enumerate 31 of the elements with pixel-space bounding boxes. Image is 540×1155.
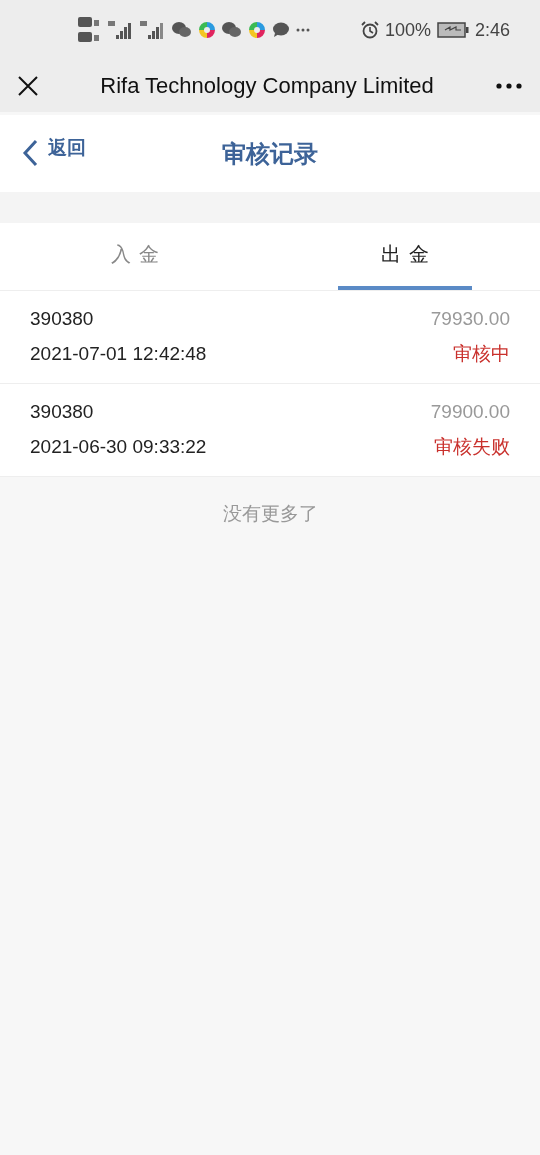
battery-icon bbox=[436, 22, 469, 38]
chat-icon bbox=[172, 22, 192, 38]
record-time: 2021-06-30 09:33:22 bbox=[30, 435, 207, 458]
record-row[interactable]: 390380 79930.00 2021-07-01 12:42:48 审核中 bbox=[0, 291, 540, 384]
review-status: 审核失败 bbox=[434, 433, 510, 459]
app-title: Rifa Technology Company Limited bbox=[100, 73, 434, 99]
signal-icon bbox=[140, 19, 166, 41]
speech-bubble-icon bbox=[272, 22, 290, 38]
no-more-text: 没有更多了 bbox=[221, 501, 319, 526]
account-number: 390380 bbox=[30, 400, 94, 423]
amount: 79900.00 bbox=[430, 400, 510, 423]
signal-icon bbox=[108, 19, 134, 41]
review-status: 审核中 bbox=[453, 340, 510, 366]
record-row[interactable]: 390380 79900.00 2021-06-30 09:33:22 审核失败 bbox=[0, 384, 540, 477]
account-number: 390380 bbox=[30, 307, 94, 330]
more-icon bbox=[496, 83, 522, 89]
clock-time: 2:46 bbox=[474, 19, 510, 41]
chevron-left-icon bbox=[22, 139, 38, 167]
close-icon bbox=[18, 76, 38, 96]
ring-icon bbox=[248, 21, 266, 39]
ring-icon bbox=[198, 21, 216, 39]
amount: 79930.00 bbox=[430, 307, 510, 330]
page-title: 审核记录 bbox=[222, 138, 318, 170]
alarm-icon bbox=[360, 21, 379, 39]
record-time: 2021-07-01 12:42:48 bbox=[30, 342, 207, 365]
back-button[interactable]: 返回 bbox=[22, 139, 86, 167]
chat-icon bbox=[222, 22, 242, 38]
tab[interactable]: 入金 bbox=[68, 223, 202, 290]
more-icon bbox=[296, 28, 310, 32]
hd-icon bbox=[78, 15, 102, 45]
battery-percent: 100% bbox=[384, 19, 431, 41]
